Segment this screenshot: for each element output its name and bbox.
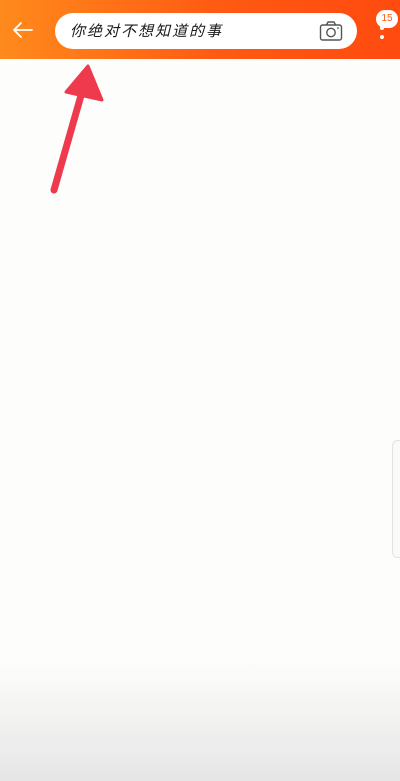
- camera-icon: [319, 21, 343, 41]
- search-input[interactable]: 你绝对不想知道的事: [55, 13, 357, 49]
- top-bar: 你绝对不想知道的事 15: [0, 0, 400, 59]
- notification-badge: 15: [376, 10, 398, 28]
- back-button[interactable]: [6, 13, 40, 47]
- camera-search-button[interactable]: [319, 20, 343, 42]
- back-arrow-icon: [13, 22, 33, 38]
- side-drawer-handle[interactable]: [392, 440, 400, 558]
- annotation-arrow: [50, 64, 104, 194]
- search-query-text: 你绝对不想知道的事: [70, 22, 224, 40]
- bottom-shadow: [0, 661, 400, 781]
